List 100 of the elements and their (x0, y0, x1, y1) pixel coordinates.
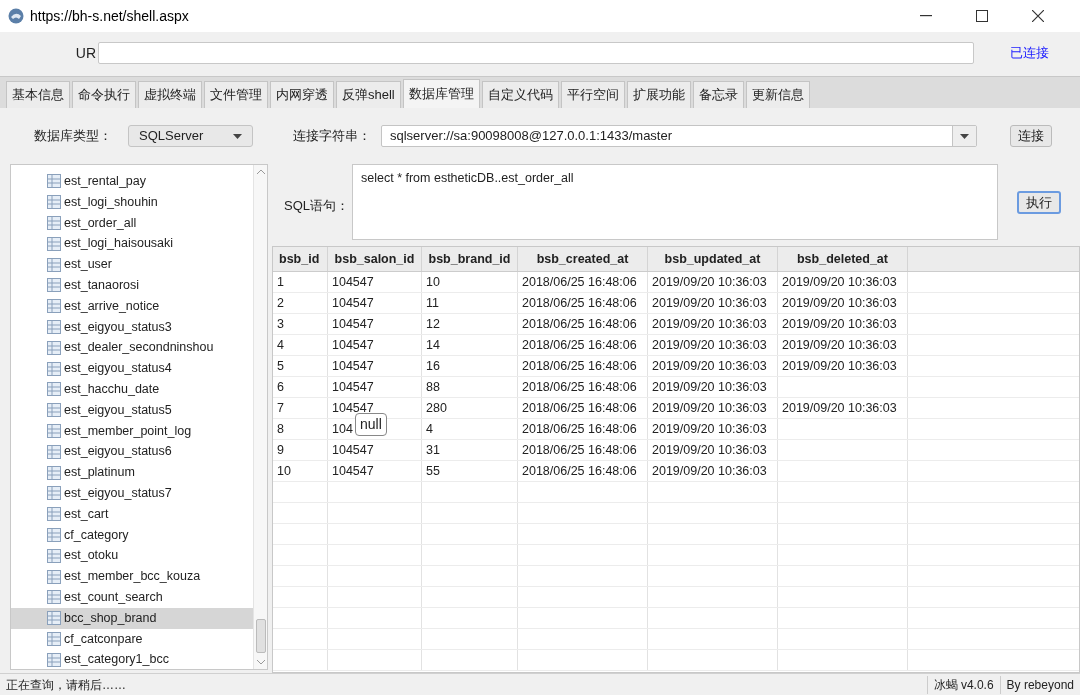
table-cell-text: 9 (277, 441, 284, 459)
db-type-label: 数据库类型： (34, 127, 113, 146)
table-cell-text: 2018/06/25 16:48:06 (522, 378, 637, 396)
tab[interactable]: 反弹shell (336, 81, 401, 108)
tab[interactable]: 扩展功能 (626, 81, 691, 108)
tree-item[interactable]: est_eigyou_status3 (11, 316, 253, 338)
tree-item[interactable]: est_member_point_log (11, 420, 253, 442)
tree-item[interactable]: est_rental_pay (11, 171, 253, 192)
table-icon (47, 382, 61, 397)
sql-field[interactable]: select * from estheticDB..est_order_all (352, 164, 998, 240)
table-cell-text: 2019/09/20 10:36:03 (782, 336, 897, 354)
column-header[interactable]: bsb_id (279, 249, 320, 269)
tree-item[interactable]: est_eigyou_status7 (11, 482, 253, 504)
table-cell-text: 88 (426, 378, 440, 396)
tree-item[interactable]: est_order_all (11, 212, 253, 234)
tree-item[interactable]: est_platinum (11, 462, 253, 483)
tab[interactable]: 数据库管理 (402, 79, 480, 108)
table-cell-text: 6 (277, 378, 284, 396)
tree-item[interactable]: est_eigyou_status5 (11, 399, 253, 421)
table-cell-text: 2019/09/20 10:36:03 (782, 294, 897, 312)
table-icon (47, 569, 61, 584)
tree-item[interactable]: est_arrive_notice (11, 295, 253, 317)
tree-item[interactable]: est_tanaorosi (11, 275, 253, 296)
tree-item[interactable]: est_logi_shouhin (11, 191, 253, 213)
tree-item[interactable]: cf_category (11, 524, 253, 546)
tab[interactable]: 文件管理 (204, 81, 268, 108)
tab[interactable]: 虚拟终端 (138, 81, 202, 108)
scroll-up-icon[interactable] (256, 169, 265, 174)
column-header[interactable]: bsb_salon_id (334, 249, 415, 269)
minimize-icon[interactable] (920, 15, 932, 17)
table-cell-text: 12 (426, 315, 440, 333)
scroll-thumb[interactable] (255, 619, 266, 653)
tab[interactable]: 基本信息 (6, 81, 70, 108)
table-cell-text: 2018/06/25 16:48:06 (522, 357, 637, 375)
tree-item[interactable]: est_member_bcc_kouza (11, 566, 253, 587)
column-header[interactable]: bsb_brand_id (428, 249, 511, 269)
table-icon (47, 195, 61, 210)
table-cell-text: 104547 (332, 315, 374, 333)
table-cell-text: 2018/06/25 16:48:06 (522, 273, 637, 291)
window-title: https://bh-s.net/shell.aspx (30, 6, 189, 26)
tree-item[interactable]: est_cart (11, 503, 253, 525)
tab[interactable]: 更新信息 (745, 81, 810, 108)
maximize-icon[interactable] (976, 10, 988, 22)
table-icon (47, 403, 61, 418)
table-cell-text: 2019/09/20 10:36:03 (652, 462, 767, 480)
connect-button[interactable]: 连接 (1010, 125, 1052, 147)
table-cell-text: 7 (277, 399, 284, 417)
table-cell-text: 2018/06/25 16:48:06 (522, 294, 637, 312)
table-cell-text: 2019/09/20 10:36:03 (652, 294, 767, 312)
scroll-down-icon[interactable] (256, 660, 265, 665)
table-cell-text: 31 (426, 441, 440, 459)
caret-icon[interactable] (960, 133, 969, 139)
caret-icon (233, 133, 242, 139)
table-cell-text: 8 (277, 420, 284, 438)
table-cell-text: 2019/09/20 10:36:03 (652, 336, 767, 354)
tree-item[interactable]: est_count_search (11, 586, 253, 608)
connection-field[interactable]: sqlserver://sa:90098008@127.0.0.1:1433/master (381, 125, 977, 147)
tab[interactable]: 平行空间 (560, 81, 625, 108)
table-icon (47, 444, 61, 459)
table-icon (47, 486, 61, 501)
tab[interactable]: 内网穿透 (270, 81, 334, 108)
table-cell-text: 104547 (332, 357, 374, 375)
table-cell-text: 104547 (332, 462, 374, 480)
column-header[interactable]: bsb_created_at (536, 249, 629, 269)
table-cell-text: 2019/09/20 10:36:03 (782, 357, 897, 375)
table-cell-text: 10 (277, 462, 291, 480)
table-cell-text: 104547 (332, 378, 374, 396)
table-cell-text: 2018/06/25 16:48:06 (522, 420, 637, 438)
tree-item[interactable]: bcc_shop_brand (11, 607, 253, 629)
column-header[interactable]: bsb_deleted_at (797, 249, 888, 269)
version-label: 冰蝎 v4.0.6 (926, 675, 1000, 694)
execute-button[interactable]: 执行 (1017, 191, 1061, 214)
tree-item[interactable]: est_dealer_secondninshou (11, 337, 253, 359)
close-icon[interactable] (1032, 10, 1044, 22)
table-icon (47, 299, 61, 314)
tree-item[interactable]: est_category1_bcc (11, 649, 253, 669)
author-label: By rebeyond (999, 675, 1080, 694)
tab[interactable]: 自定义代码 (481, 81, 559, 108)
tab[interactable]: 备忘录 (692, 81, 744, 108)
table-cell-text: 55 (426, 462, 440, 480)
scrollbar[interactable] (253, 165, 267, 669)
tree-item[interactable]: cf_catconpare (11, 628, 253, 650)
tab[interactable]: 命令执行 (72, 81, 136, 108)
tree-item[interactable]: est_eigyou_status4 (11, 358, 253, 379)
tree-item[interactable]: est_user (11, 254, 253, 275)
tree-item[interactable]: est_eigyou_status6 (11, 441, 253, 463)
url-field[interactable] (98, 42, 974, 64)
tree-item[interactable]: est_otoku (11, 545, 253, 567)
db-type-dropdown[interactable]: SQLServer (128, 125, 253, 147)
table-icon (47, 652, 61, 667)
tree-item[interactable]: est_logi_haisousaki (11, 233, 253, 255)
table-cell-text: 2019/09/20 10:36:03 (782, 315, 897, 333)
table-icon (47, 507, 61, 522)
table-cell-text: 104547 (332, 441, 374, 459)
table-cell-text: 2019/09/20 10:36:03 (652, 357, 767, 375)
table-cell-text: 104 (332, 420, 353, 438)
table-cell-text: 2018/06/25 16:48:06 (522, 315, 637, 333)
tree-item[interactable]: est_hacchu_date (11, 378, 253, 400)
column-header[interactable]: bsb_updated_at (664, 249, 761, 269)
table-cell-text: 104547 (332, 336, 374, 354)
